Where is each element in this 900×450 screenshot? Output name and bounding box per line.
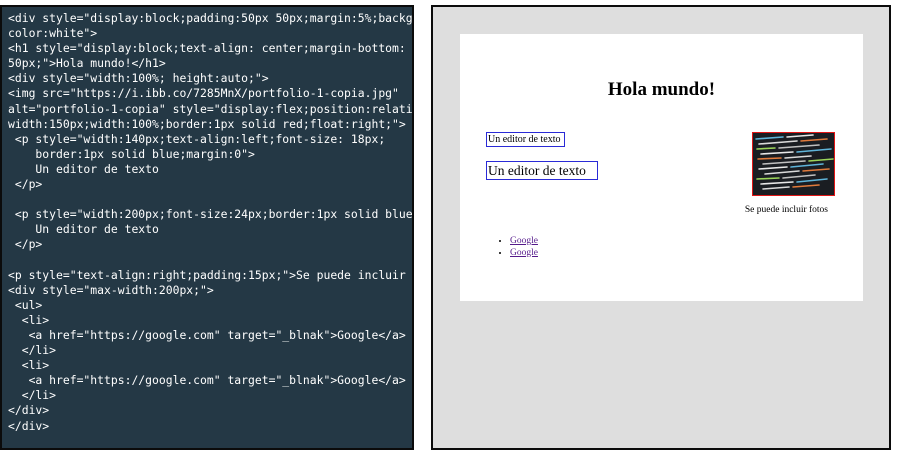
list-item: Google: [510, 248, 538, 260]
preview-heading: Hola mundo!: [607, 79, 716, 100]
preview-page: Hola mundo! Un editor de texto Un editor…: [460, 34, 863, 301]
paragraph-small-bordered: Un editor de texto: [486, 132, 565, 147]
google-link[interactable]: Google: [510, 248, 538, 258]
code-editor-text[interactable]: <div style="display:block;padding:50px 5…: [2, 7, 412, 434]
pane-divider: [416, 5, 432, 450]
preview-pane: Hola mundo! Un editor de texto Un editor…: [431, 5, 891, 450]
link-list: Google Google: [496, 236, 538, 259]
code-editor-pane[interactable]: <div style="display:block;padding:50px 5…: [0, 5, 414, 450]
google-link[interactable]: Google: [510, 236, 538, 246]
photo-caption: Se puede incluir fotos: [744, 205, 828, 215]
portfolio-image: [752, 132, 835, 196]
list-item: Google: [510, 236, 538, 248]
paragraph-large-bordered: Un editor de texto: [486, 161, 598, 180]
